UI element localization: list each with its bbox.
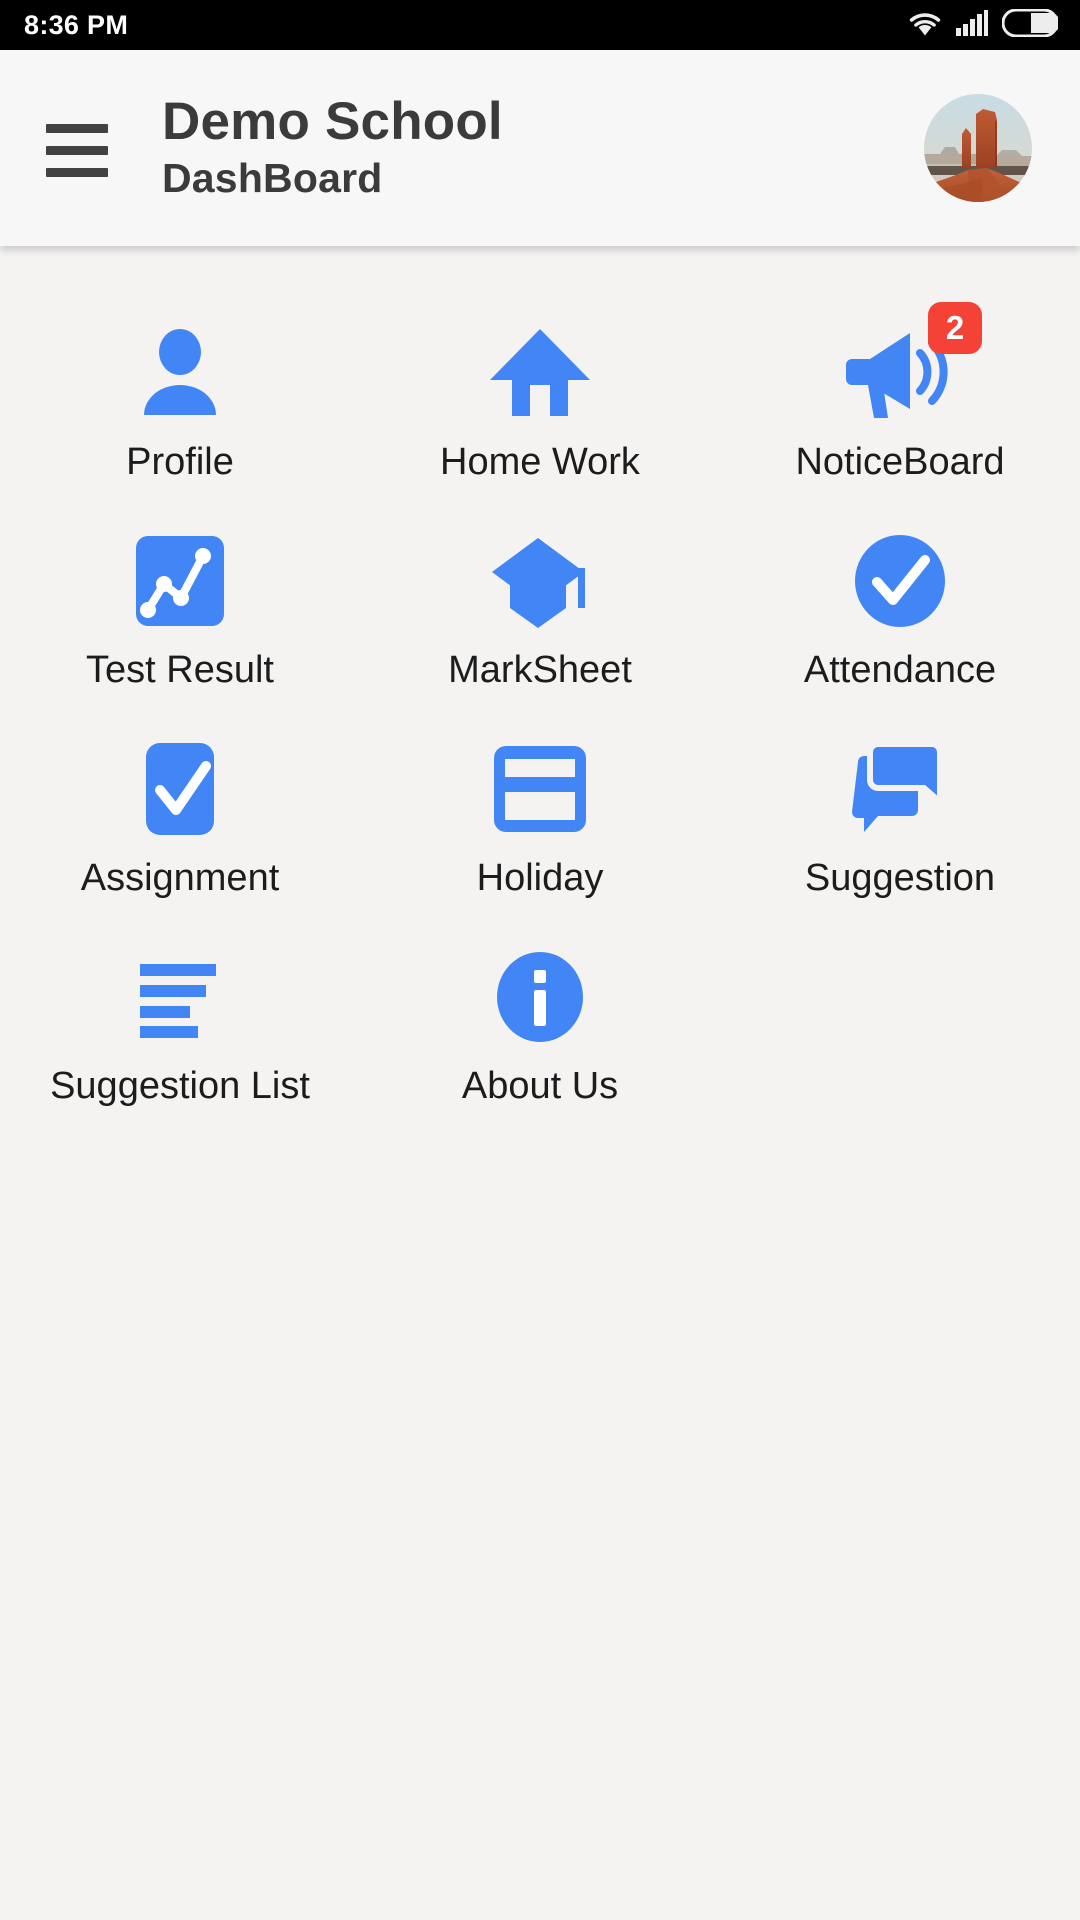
person-icon [130, 320, 230, 426]
avatar[interactable] [924, 94, 1032, 202]
page-title: Demo School [162, 91, 503, 151]
grid-tile-suggestion-list[interactable]: Suggestion List [0, 944, 360, 1152]
menu-bar-bottom [46, 167, 108, 177]
dashboard-grid: Profile Home Work 2 NoticeBoard Test Res… [0, 246, 1080, 1152]
grid-tile-home-work[interactable]: Home Work [360, 320, 720, 528]
menu-bar-top [46, 123, 108, 133]
grid-tile-assignment[interactable]: Assignment [0, 736, 360, 944]
battery-icon [1001, 8, 1060, 42]
tile-label: About Us [461, 1065, 619, 1107]
status-bar-clock: 8:36 PM [24, 9, 129, 40]
avatar-image [924, 94, 1032, 202]
grid-tile-suggestion[interactable]: Suggestion [720, 736, 1080, 944]
tile-label: Assignment [80, 857, 280, 899]
tile-label: Attendance [803, 649, 997, 691]
chart-trend-icon [131, 528, 229, 634]
app-header: Demo School DashBoard [0, 50, 1080, 246]
status-bar: 8:36 PM [0, 0, 1080, 50]
chat-bubbles-icon [848, 736, 952, 842]
grid-tile-marksheet[interactable]: MarkSheet [360, 528, 720, 736]
hamburger-menu-icon[interactable] [46, 112, 118, 184]
tile-label: Profile [126, 441, 234, 483]
menu-bar-middle [46, 145, 108, 155]
megaphone-icon: 2 [844, 302, 982, 426]
tile-label: Home Work [440, 441, 640, 483]
check-square-icon [134, 736, 226, 842]
credit-card-icon [488, 736, 592, 842]
tile-label: Holiday [476, 857, 604, 899]
check-circle-icon [851, 528, 949, 634]
sort-list-icon [134, 944, 226, 1050]
grid-tile-attendance[interactable]: Attendance [720, 528, 1080, 736]
grid-tile-test-result[interactable]: Test Result [0, 528, 360, 736]
grid-tile-noticeboard[interactable]: 2 NoticeBoard [720, 302, 1080, 528]
tile-label: Test Result [86, 649, 274, 691]
info-circle-icon [493, 944, 587, 1050]
tile-label: NoticeBoard [795, 441, 1005, 483]
wifi-icon [908, 10, 942, 41]
tile-label: MarkSheet [448, 649, 632, 691]
home-icon [488, 320, 592, 426]
header-title-block: Demo School DashBoard [162, 92, 924, 205]
graduation-cap-icon [488, 528, 592, 634]
tile-label: Suggestion [804, 857, 996, 899]
status-badge: 2 [928, 302, 982, 354]
grid-tile-holiday[interactable]: Holiday [360, 736, 720, 944]
grid-tile-about-us[interactable]: About Us [360, 944, 720, 1152]
grid-tile-profile[interactable]: Profile [0, 320, 360, 528]
tile-label: Suggestion List [50, 1065, 310, 1107]
cellular-signal-icon [955, 9, 989, 41]
grid-empty-cell [720, 944, 1080, 1152]
page-subtitle: DashBoard [162, 155, 383, 202]
status-bar-icons [908, 8, 1060, 42]
